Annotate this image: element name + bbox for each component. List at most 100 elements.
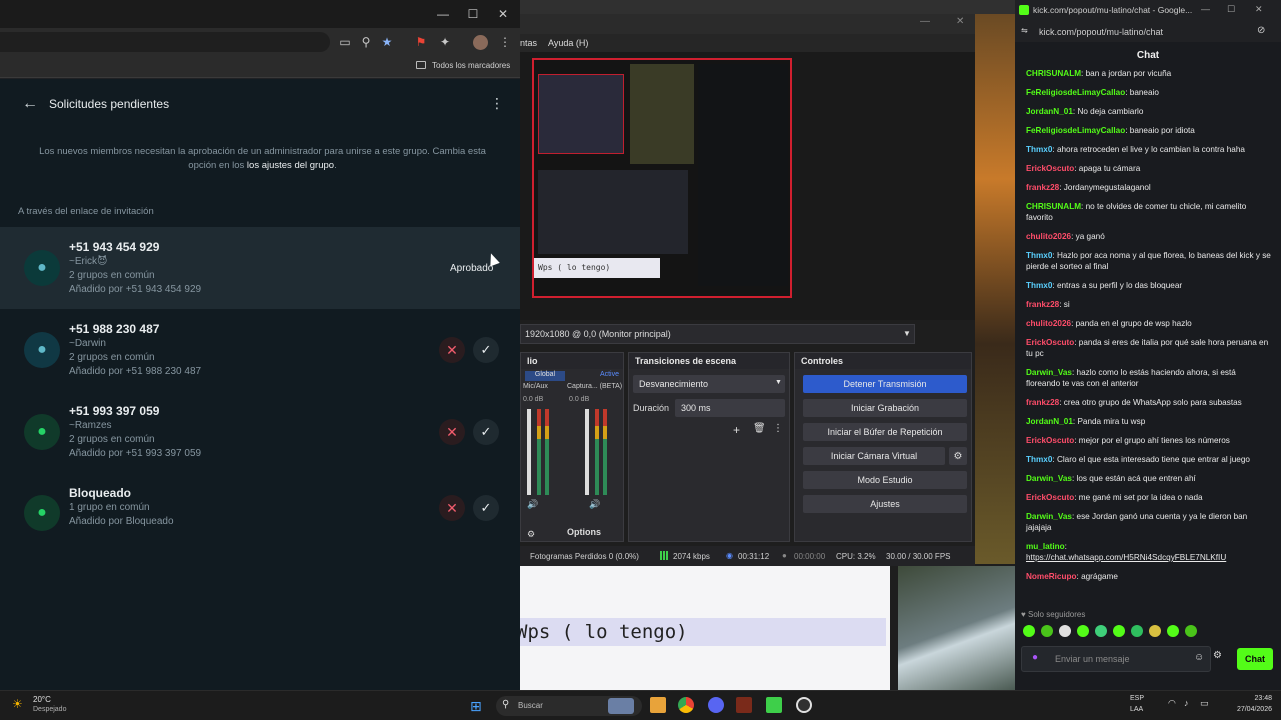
wifi-icon[interactable]: ◠ (1168, 698, 1176, 709)
chat-username[interactable]: NomeRicupo (1026, 572, 1077, 581)
mic-fader[interactable] (527, 409, 531, 495)
approve-button[interactable]: ✓ (473, 337, 499, 363)
chat-username[interactable]: ErickOscuto (1026, 338, 1074, 347)
obs-preview[interactable]: Wps ( lo tengo) (520, 52, 975, 320)
emote-icon[interactable] (1041, 625, 1053, 637)
chat-minimize-button[interactable]: — (1201, 4, 1210, 14)
chat-url-bar[interactable]: ⇋ kick.com/popout/mu-latino/chat ⊘ (1015, 22, 1281, 42)
back-arrow-icon[interactable]: ← (22, 95, 38, 113)
mixer-tab-global[interactable]: Global (525, 371, 565, 381)
virtual-camera-button[interactable]: Iniciar Cámara Virtual (803, 447, 945, 465)
options-button[interactable]: Options (567, 527, 601, 537)
cast-icon[interactable]: ▭ (334, 31, 356, 53)
trash-icon[interactable]: 🗑 (753, 423, 766, 434)
reject-button[interactable]: ✕ (439, 495, 465, 521)
send-chat-button[interactable]: Chat (1237, 648, 1273, 670)
more-icon[interactable]: ⋮ (773, 423, 783, 434)
duration-input[interactable]: 300 ms (675, 399, 785, 417)
all-bookmarks-link[interactable]: Todos los marcadores (432, 61, 510, 70)
message-input[interactable]: ● Enviar un mensaje ☺ (1021, 646, 1211, 672)
emote-icon[interactable] (1077, 625, 1089, 637)
speaker-icon[interactable]: 🔊 (527, 499, 538, 510)
replay-buffer-button[interactable]: Iniciar el Búfer de Repetición (803, 423, 967, 441)
chat-username[interactable]: chulito2026 (1026, 319, 1071, 328)
chat-username[interactable]: Darwin_Vas (1026, 368, 1072, 377)
request-row[interactable]: ● +51 993 397 059 ~Ramzes 2 grupos en co… (0, 391, 520, 473)
reject-button[interactable]: ✕ (439, 337, 465, 363)
chrome-icon[interactable] (678, 697, 694, 713)
emote-icon[interactable] (1059, 625, 1071, 637)
obs-close-button[interactable]: ✕ (956, 16, 964, 27)
chat-username[interactable]: CHRISUNALM (1026, 69, 1081, 78)
add-icon[interactable]: + (733, 423, 740, 437)
weather-icon[interactable]: ☀ (12, 697, 23, 711)
keyboard-layout[interactable]: LAA (1130, 706, 1143, 713)
emote-icon[interactable] (1095, 625, 1107, 637)
weather-temp[interactable]: 20°C (33, 695, 51, 704)
chat-username[interactable]: Thmx0 (1026, 455, 1052, 464)
menu-help[interactable]: Ayuda (H) (548, 38, 588, 48)
chat-maximize-button[interactable]: ☐ (1227, 4, 1235, 15)
obs-taskbar-icon[interactable] (796, 697, 812, 713)
emote-icon[interactable] (1131, 625, 1143, 637)
extensions-puzzle-icon[interactable]: ✦ (434, 31, 456, 53)
chat-username[interactable]: Darwin_Vas (1026, 474, 1072, 483)
request-row[interactable]: ● +51 943 454 929 ~Erick😈 2 grupos en co… (0, 227, 520, 309)
monitor-select[interactable]: 1920x1080 @ 0,0 (Monitor principal) ▼ (520, 324, 915, 344)
taskbar-search[interactable]: ⚲ Buscar (496, 696, 642, 716)
browser-menu-icon[interactable]: ⋮ (494, 31, 516, 53)
transition-select[interactable]: Desvanecimiento ▼ (633, 375, 785, 393)
start-recording-button[interactable]: Iniciar Grabación (803, 399, 967, 417)
close-button[interactable]: ✕ (488, 0, 518, 28)
clock-time[interactable]: 23:48 (1226, 695, 1272, 702)
emote-icon[interactable] (1023, 625, 1035, 637)
chat-settings-gear-icon[interactable]: ⚙ (1213, 650, 1225, 666)
stop-stream-button[interactable]: Detener Transmisión (803, 375, 967, 393)
mic-icon[interactable]: ● (1032, 652, 1038, 663)
obs-minimize-button[interactable]: — (920, 16, 930, 27)
reject-button[interactable]: ✕ (439, 419, 465, 445)
chat-close-button[interactable]: ✕ (1255, 4, 1263, 15)
request-row[interactable]: ● Bloqueado 1 grupo en común Añadido por… (0, 473, 520, 555)
emote-icon[interactable] (1185, 625, 1197, 637)
address-bar[interactable] (0, 32, 330, 52)
chat-username[interactable]: CHRISUNALM (1026, 202, 1081, 211)
site-info-icon[interactable]: ⇋ (1021, 26, 1028, 35)
chat-username[interactable]: Thmx0 (1026, 251, 1052, 260)
maximize-button[interactable]: ☐ (458, 0, 488, 28)
gear-icon[interactable]: ⚙ (527, 529, 535, 540)
clock-date[interactable]: 27/04/2026 (1226, 706, 1272, 713)
chat-username[interactable]: JordanN_01 (1026, 417, 1073, 426)
chat-text[interactable]: https://chat.whatsapp.com/H5RNi4SdcqyFBL… (1026, 552, 1272, 563)
emote-icon[interactable] (1167, 625, 1179, 637)
volume-icon[interactable]: ♪ (1184, 698, 1189, 708)
emote-icon[interactable] (1113, 625, 1125, 637)
chat-username[interactable]: frankz28 (1026, 300, 1059, 309)
green-app-icon[interactable] (766, 697, 782, 713)
approve-button[interactable]: ✓ (473, 495, 499, 521)
speaker-icon-2[interactable]: 🔊 (589, 499, 600, 510)
profile-avatar[interactable] (473, 35, 488, 50)
eye-off-icon[interactable]: ⊘ (1257, 25, 1265, 36)
chat-username[interactable]: ErickOscuto (1026, 493, 1074, 502)
extension-red-icon[interactable]: ⚑ (410, 31, 432, 53)
chat-username[interactable]: Thmx0 (1026, 145, 1052, 154)
emote-icon[interactable] (1149, 625, 1161, 637)
chat-username[interactable]: ErickOscuto (1026, 436, 1074, 445)
game-app-icon[interactable] (736, 697, 752, 713)
virtual-camera-gear-icon[interactable]: ⚙ (949, 447, 967, 465)
chat-username[interactable]: frankz28 (1026, 398, 1059, 407)
chat-username[interactable]: FeReligiosdeLimayCallao (1026, 126, 1125, 135)
chat-username[interactable]: Darwin_Vas (1026, 512, 1072, 521)
minimize-button[interactable]: — (428, 0, 458, 28)
chat-username[interactable]: ErickOscuto (1026, 164, 1074, 173)
menu-tools[interactable]: ntas (520, 38, 537, 48)
language-code[interactable]: ESP (1130, 695, 1144, 702)
chat-username[interactable]: chulito2026 (1026, 232, 1071, 241)
mixer-tab-active[interactable]: Active (569, 371, 619, 381)
bookmark-star-icon[interactable]: ★ (376, 31, 398, 53)
group-settings-link[interactable]: los ajustes del grupo (247, 160, 334, 171)
zoom-icon[interactable]: ⚲ (355, 31, 377, 53)
settings-button[interactable]: Ajustes (803, 495, 967, 513)
approve-button[interactable]: ✓ (473, 419, 499, 445)
